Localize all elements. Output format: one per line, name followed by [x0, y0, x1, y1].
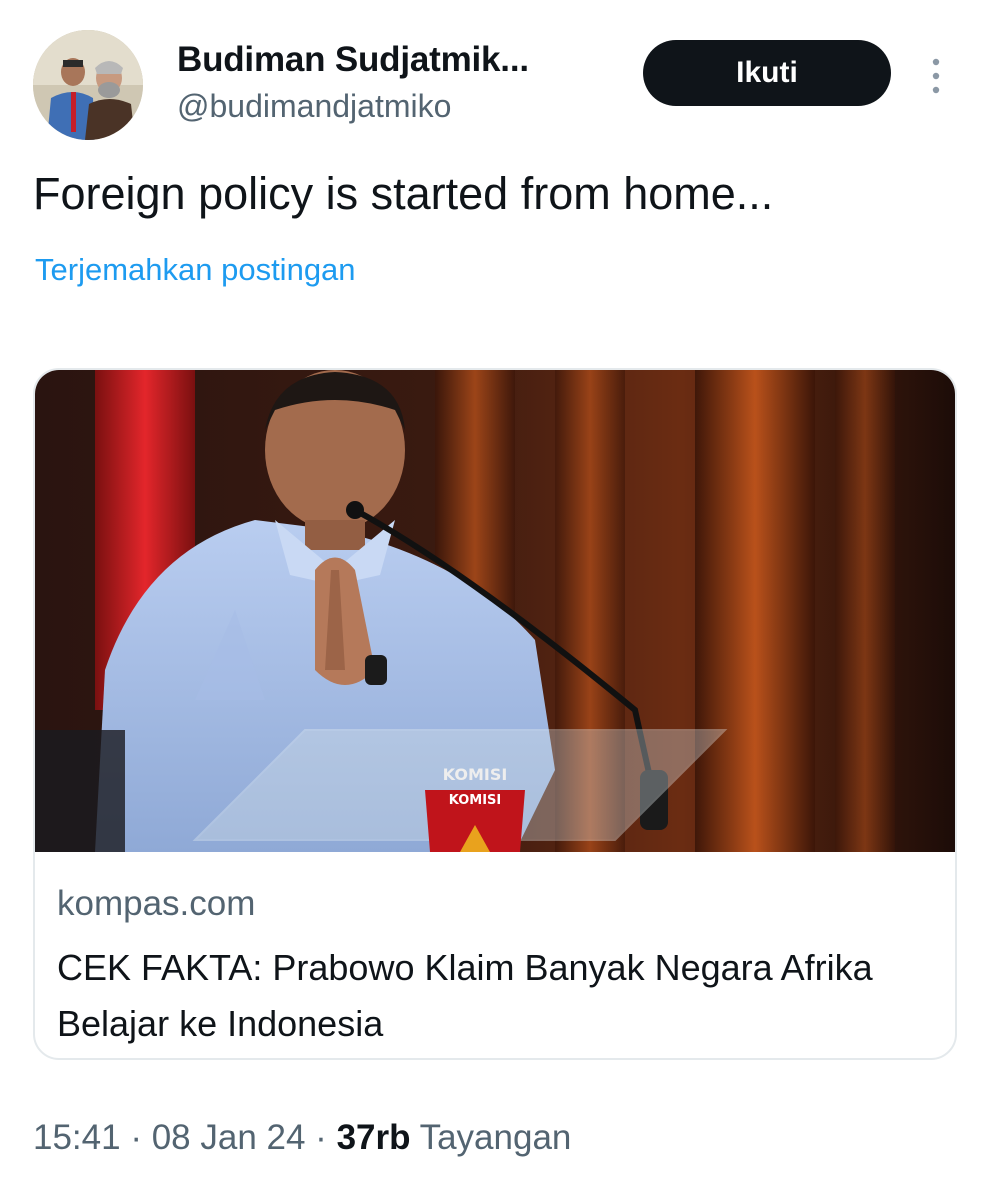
avatar[interactable] [33, 30, 143, 140]
tweet-date[interactable]: 08 Jan 24 [152, 1118, 306, 1157]
author-handle[interactable]: @budimandjatmiko [177, 88, 451, 125]
podium-label-top: KOMISI [443, 765, 508, 784]
card-image: KOMISI KOMISI [35, 370, 955, 852]
avatar-image [33, 30, 143, 140]
card-title: CEK FAKTA: Prabowo Klaim Banyak Negara A… [57, 947, 873, 1044]
tweet-time[interactable]: 15:41 [33, 1118, 121, 1157]
follow-button[interactable]: Ikuti [643, 40, 891, 106]
author-display-name[interactable]: Budiman Sudjatmik... [177, 40, 529, 80]
tweet-page: Budiman Sudjatmik... @budimandjatmiko Ik… [0, 0, 991, 1200]
link-preview-card[interactable]: KOMISI KOMISI kompas.com CEK FAKTA: Prab… [33, 368, 957, 1060]
more-vertical-icon[interactable] [924, 56, 948, 96]
tweet-text: Foreign policy is started from home... [33, 168, 774, 219]
views-count[interactable]: 37rb [337, 1118, 411, 1157]
translate-post-link[interactable]: Terjemahkan postingan [35, 252, 356, 288]
podium-label-bottom: KOMISI [449, 793, 502, 808]
views-label: Tayangan [410, 1118, 572, 1157]
meta-separator: · [120, 1118, 152, 1157]
meta-separator: · [305, 1118, 337, 1157]
card-domain: kompas.com [57, 884, 256, 923]
tweet-meta: 15:41 · 08 Jan 24 · 37rb Tayangan [33, 1118, 571, 1158]
